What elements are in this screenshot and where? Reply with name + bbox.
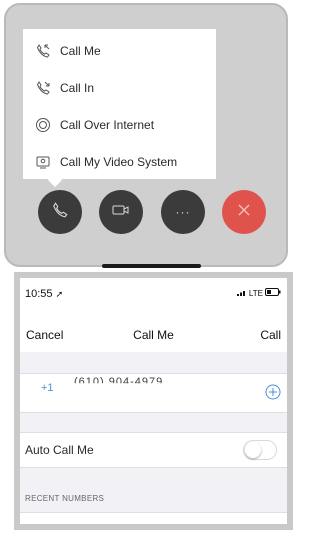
country-code-selector[interactable]: +1 bbox=[41, 382, 54, 394]
menu-item-label: Call Over Internet bbox=[60, 117, 155, 132]
battery-icon bbox=[265, 288, 281, 298]
end-call-button[interactable] bbox=[222, 190, 266, 234]
menu-item-label: Call Me bbox=[60, 43, 101, 58]
recent-number-item[interactable] bbox=[20, 513, 287, 524]
status-time: 10:55 ➚ bbox=[25, 288, 64, 300]
menu-item-call-me[interactable]: Call Me bbox=[23, 32, 216, 69]
section-spacer bbox=[20, 413, 287, 433]
status-indicators: LTE bbox=[236, 288, 281, 298]
section-spacer bbox=[20, 352, 287, 374]
phone-icon bbox=[51, 201, 69, 224]
close-icon bbox=[237, 203, 251, 222]
recent-numbers-header: RECENT NUMBERS bbox=[25, 494, 105, 503]
video-system-icon bbox=[28, 154, 58, 170]
home-indicator bbox=[102, 264, 201, 268]
video-button[interactable] bbox=[99, 190, 143, 234]
menu-item-label: Call My Video System bbox=[60, 154, 178, 169]
call-me-screen: 10:55 ➚ LTE Cancel Call Me Call +1 (610)… bbox=[14, 272, 293, 530]
page-title: Call Me bbox=[133, 328, 174, 342]
auto-call-label: Auto Call Me bbox=[25, 443, 94, 457]
call-button[interactable]: Call bbox=[260, 328, 281, 342]
audio-call-button[interactable] bbox=[38, 190, 82, 234]
phone-outgoing-icon bbox=[28, 80, 58, 96]
status-bar: 10:55 ➚ LTE bbox=[20, 278, 287, 316]
menu-item-call-over-internet[interactable]: Call Over Internet bbox=[23, 106, 216, 143]
network-label: LTE bbox=[248, 288, 263, 298]
menu-item-label: Call In bbox=[60, 80, 95, 95]
internet-call-icon bbox=[28, 117, 58, 133]
add-number-icon[interactable] bbox=[265, 384, 281, 405]
video-camera-icon bbox=[111, 202, 131, 223]
phone-incoming-icon bbox=[28, 43, 58, 59]
toggle-knob bbox=[245, 442, 261, 458]
nav-bar: Cancel Call Me Call bbox=[20, 316, 287, 352]
more-icon: ··· bbox=[175, 205, 191, 219]
menu-item-call-in[interactable]: Call In bbox=[23, 69, 216, 106]
call-options-menu: Call Me Call In Call Over Internet Call … bbox=[23, 29, 216, 179]
signal-icon bbox=[236, 289, 247, 298]
auto-call-toggle[interactable] bbox=[243, 440, 277, 460]
more-options-button[interactable]: ··· bbox=[161, 190, 205, 234]
call-options-panel: Call Me Call In Call Over Internet Call … bbox=[4, 3, 288, 268]
location-arrow-icon: ➚ bbox=[55, 289, 64, 299]
